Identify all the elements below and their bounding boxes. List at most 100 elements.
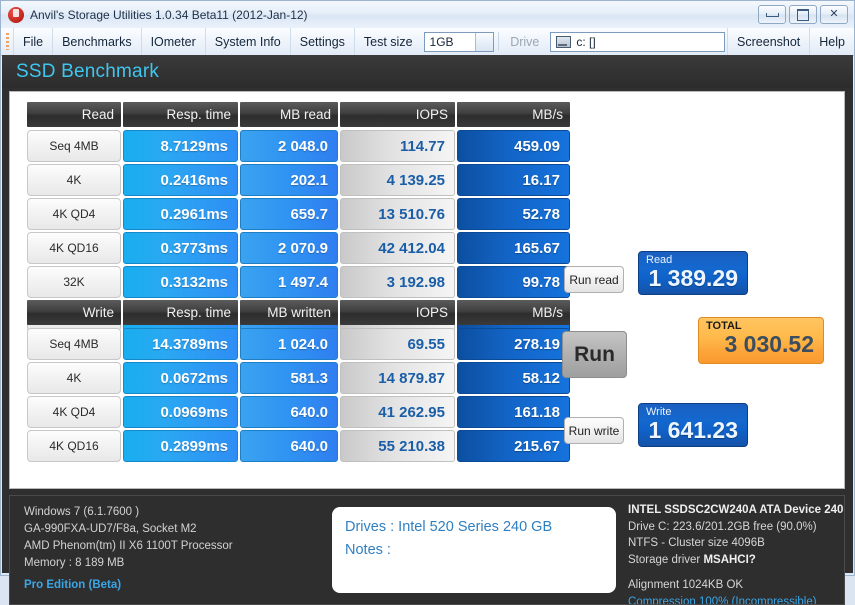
read-header-cell: Read xyxy=(27,102,121,127)
cell-mbs: 58.12 xyxy=(457,362,570,394)
run-button[interactable]: Run xyxy=(562,331,627,378)
cell-iops: 13 510.76 xyxy=(340,198,455,230)
drive-filesystem: NTFS - Cluster size 4096B xyxy=(628,535,845,552)
table-row: 4K QD4 0.2961ms 659.7 13 510.76 52.78 xyxy=(27,198,570,230)
drive-compression: Compression 100% (Incompressible) xyxy=(628,594,845,605)
cell-iops: 41 262.95 xyxy=(340,396,455,428)
cell-mbs: 165.67 xyxy=(457,232,570,264)
cell-mb-written: 1 024.0 xyxy=(240,328,338,360)
drive-label: Drive xyxy=(501,28,548,55)
row-label: Seq 4MB xyxy=(27,328,121,360)
system-info-block: Windows 7 (6.1.7600 ) GA-990FXA-UD7/F8a,… xyxy=(24,504,324,594)
notes-line: Notes : xyxy=(345,539,603,562)
storage-driver-value: MSAHCI? xyxy=(703,554,755,566)
memory-info: Memory : 8 189 MB xyxy=(24,555,324,572)
total-score-badge: TOTAL 3 030.52 xyxy=(698,317,824,364)
table-row: 4K QD16 0.3773ms 2 070.9 42 412.04 165.6… xyxy=(27,232,570,264)
menu-item-benchmarks[interactable]: Benchmarks xyxy=(52,28,140,55)
write-score-value: 1 641.23 xyxy=(646,418,738,443)
total-score-value: 3 030.52 xyxy=(706,332,814,357)
table-row: 4K QD4 0.0969ms 640.0 41 262.95 161.18 xyxy=(27,396,570,428)
toolbar-grip-icon xyxy=(6,33,9,50)
cell-iops: 42 412.04 xyxy=(340,232,455,264)
cell-mb-read: 2 070.9 xyxy=(240,232,338,264)
chevron-down-icon[interactable] xyxy=(475,33,493,51)
drive-capacity: Drive C: 223.6/201.2GB free (90.0%) xyxy=(628,519,845,536)
cpu-info: AMD Phenom(tm) II X6 1100T Processor xyxy=(24,538,324,555)
cell-iops: 4 139.25 xyxy=(340,164,455,196)
row-label: 4K xyxy=(27,362,121,394)
read-table-header: Read Resp. time MB read IOPS MB/s xyxy=(27,102,570,127)
toolbar-divider xyxy=(498,32,499,51)
storage-driver-label: Storage driver xyxy=(628,554,700,566)
cell-mbs: 215.67 xyxy=(457,430,570,462)
cell-mbs: 459.09 xyxy=(457,130,570,162)
write-header-mb-written: MB written xyxy=(240,300,338,325)
menu-item-system-info[interactable]: System Info xyxy=(205,28,290,55)
table-row: Seq 4MB 14.3789ms 1 024.0 69.55 278.19 xyxy=(27,328,570,360)
row-label: 4K QD4 xyxy=(27,198,121,230)
maximize-icon xyxy=(797,9,809,21)
window-controls: ✕ xyxy=(758,5,848,24)
table-row: 4K 0.0672ms 581.3 14 879.87 58.12 xyxy=(27,362,570,394)
table-row: 4K QD16 0.2899ms 640.0 55 210.38 215.67 xyxy=(27,430,570,462)
test-size-select[interactable]: 1GB xyxy=(424,32,495,52)
window-title: Anvil's Storage Utilities 1.0.34 Beta11 … xyxy=(30,8,308,22)
cell-resp-time: 0.2416ms xyxy=(123,164,238,196)
write-header-cell: Write xyxy=(27,300,121,325)
read-score-value: 1 389.29 xyxy=(646,266,738,291)
cell-mbs: 278.19 xyxy=(457,328,570,360)
cell-mb-read: 2 048.0 xyxy=(240,130,338,162)
test-size-value: 1GB xyxy=(425,35,459,49)
cell-mb-read: 1 497.4 xyxy=(240,266,338,298)
write-table-header: Write Resp. time MB written IOPS MB/s xyxy=(27,300,570,325)
cell-mbs: 161.18 xyxy=(457,396,570,428)
menu-item-settings[interactable]: Settings xyxy=(290,28,354,55)
os-version: Windows 7 (6.1.7600 ) xyxy=(24,504,324,521)
title-bar: Anvil's Storage Utilities 1.0.34 Beta11 … xyxy=(1,1,854,29)
menu-item-help[interactable]: Help xyxy=(809,28,854,55)
write-results-table: Write Resp. time MB written IOPS MB/s Se… xyxy=(27,300,570,464)
menu-item-screenshot[interactable]: Screenshot xyxy=(727,28,809,55)
run-write-button[interactable]: Run write xyxy=(564,417,624,444)
cell-iops: 3 192.98 xyxy=(340,266,455,298)
edition-label: Pro Edition (Beta) xyxy=(24,572,324,594)
test-size-label: Test size xyxy=(354,28,422,55)
row-label: 4K QD4 xyxy=(27,396,121,428)
maximize-button[interactable] xyxy=(789,5,817,24)
cell-mb-written: 581.3 xyxy=(240,362,338,394)
read-header-resp-time: Resp. time xyxy=(123,102,238,127)
menu-item-file[interactable]: File xyxy=(13,28,52,55)
minimize-button[interactable] xyxy=(758,5,786,24)
cell-mbs: 16.17 xyxy=(457,164,570,196)
minimize-icon xyxy=(766,13,779,17)
run-read-button[interactable]: Run read xyxy=(564,266,624,293)
chevron-down-icon[interactable] xyxy=(707,33,724,51)
results-panel: Read Resp. time MB read IOPS MB/s Seq 4M… xyxy=(9,91,845,489)
write-score-badge: Write 1 641.23 xyxy=(638,403,748,447)
row-label: 4K xyxy=(27,164,121,196)
cell-mb-read: 202.1 xyxy=(240,164,338,196)
row-label: 4K QD16 xyxy=(27,232,121,264)
close-button[interactable]: ✕ xyxy=(820,5,848,24)
menu-bar: File Benchmarks IOmeter System Info Sett… xyxy=(1,28,854,56)
write-header-resp-time: Resp. time xyxy=(123,300,238,325)
motherboard-info: GA-990FXA-UD7/F8a, Socket M2 xyxy=(24,521,324,538)
cell-resp-time: 0.2899ms xyxy=(123,430,238,462)
storage-driver-row: Storage driver MSAHCI? xyxy=(628,552,845,569)
cell-mb-written: 640.0 xyxy=(240,430,338,462)
menu-item-iometer[interactable]: IOmeter xyxy=(141,28,205,55)
drive-alignment: Alignment 1024KB OK xyxy=(628,577,845,594)
notes-box[interactable]: Drives : Intel 520 Series 240 GB Notes : xyxy=(332,507,616,593)
read-header-mb-read: MB read xyxy=(240,102,338,127)
cell-resp-time: 0.0672ms xyxy=(123,362,238,394)
cell-resp-time: 0.3773ms xyxy=(123,232,238,264)
anvil-icon xyxy=(8,7,24,23)
cell-mbs: 52.78 xyxy=(457,198,570,230)
cell-iops: 14 879.87 xyxy=(340,362,455,394)
cell-resp-time: 14.3789ms xyxy=(123,328,238,360)
drive-select[interactable]: c: [] xyxy=(550,32,725,52)
drives-line: Drives : Intel 520 Series 240 GB xyxy=(345,516,603,539)
cell-resp-time: 0.0969ms xyxy=(123,396,238,428)
table-row: 32K 0.3132ms 1 497.4 3 192.98 99.78 xyxy=(27,266,570,298)
